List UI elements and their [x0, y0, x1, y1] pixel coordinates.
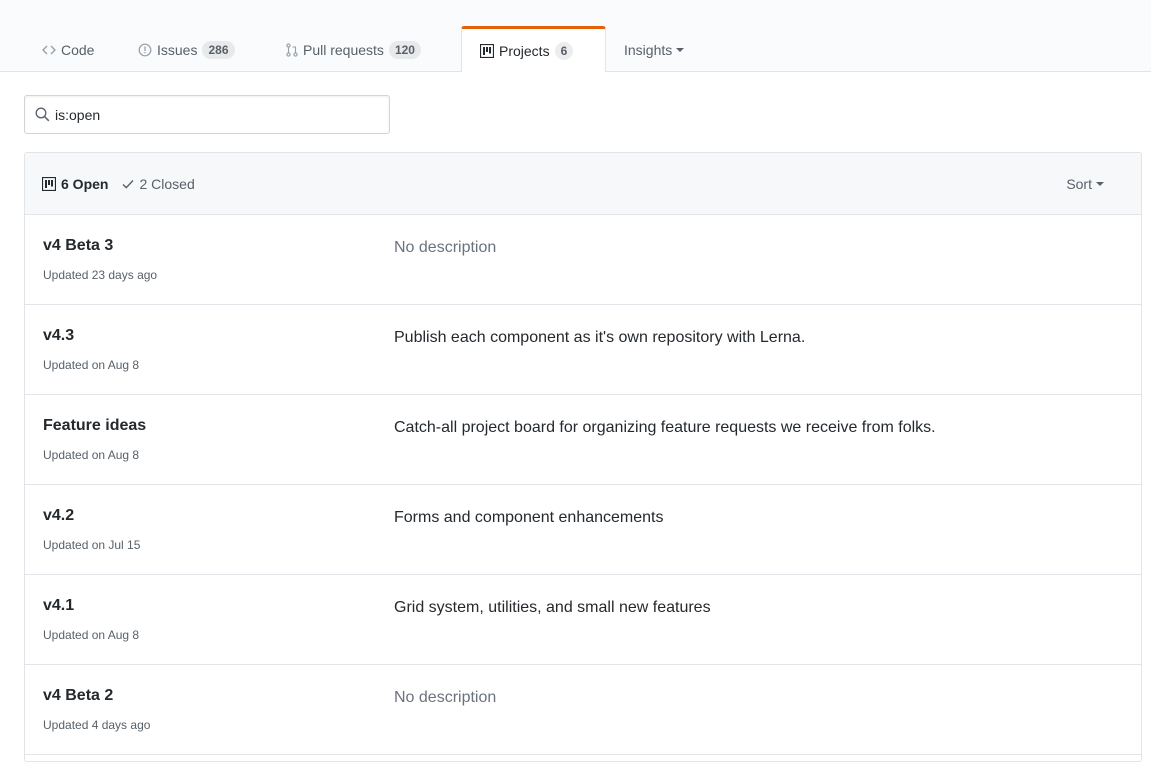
tab-pull-requests[interactable]: Pull requests 120 [286, 26, 421, 73]
closed-count-label: 2 Closed [139, 175, 195, 192]
project-row: v4.2 Updated on Jul 15 Forms and compone… [25, 485, 1141, 575]
tab-projects[interactable]: Projects 6 [461, 26, 606, 73]
project-name-link[interactable]: v4.2 [43, 507, 74, 525]
project-search[interactable] [24, 95, 390, 134]
sort-dropdown[interactable]: Sort [1066, 153, 1104, 215]
projects-list-header: 6 Open 2 Closed Sort [25, 153, 1141, 215]
tab-issues-label: Issues [157, 41, 198, 58]
tab-insights-label: Insights [624, 41, 673, 58]
project-row: v4 Beta 3 Updated 23 days ago No descrip… [25, 215, 1141, 305]
project-updated: Updated on Jul 15 [43, 538, 141, 552]
project-name-link[interactable]: v4.3 [43, 327, 74, 345]
tab-issues[interactable]: Issues 286 [138, 26, 235, 73]
project-name-link[interactable]: v4 Beta 3 [43, 237, 113, 255]
project-description: No description [394, 239, 497, 256]
tab-pull-requests-label: Pull requests [303, 41, 384, 58]
project-description: Forms and component enhancements [394, 509, 664, 526]
project-updated: Updated on Aug 8 [43, 628, 140, 642]
open-count-label: 6 Open [61, 175, 109, 192]
repo-nav: Code Issues 286 Pull requests 120 Projec… [0, 0, 1151, 73]
search-icon [35, 107, 50, 122]
pull-request-icon [286, 42, 298, 57]
project-icon [480, 43, 494, 58]
check-icon [122, 179, 134, 189]
project-row: v4 Beta 2 Updated 4 days ago No descript… [25, 665, 1141, 755]
project-updated: Updated on Aug 8 [43, 358, 140, 372]
page: Code Issues 286 Pull requests 120 Projec… [0, 0, 1151, 762]
project-updated: Updated on Aug 8 [43, 448, 140, 462]
issue-icon [138, 43, 152, 57]
closed-projects-filter[interactable]: 2 Closed [122, 175, 195, 192]
open-projects-filter[interactable]: 6 Open [42, 176, 108, 192]
project-row: Feature ideas Updated on Aug 8 Catch-all… [25, 395, 1141, 485]
chevron-down-icon [1096, 182, 1104, 186]
issues-count-badge: 286 [202, 40, 235, 59]
tab-code[interactable]: Code [42, 26, 94, 73]
tab-insights[interactable]: Insights [624, 26, 685, 73]
project-description: Grid system, utilities, and small new fe… [394, 599, 711, 616]
project-description: Publish each component as it's own repos… [394, 329, 806, 346]
project-updated: Updated 4 days ago [43, 718, 151, 732]
project-updated: Updated 23 days ago [43, 268, 158, 282]
project-name-link[interactable]: Feature ideas [43, 417, 146, 435]
code-icon [42, 44, 56, 56]
tab-code-label: Code [61, 41, 95, 58]
project-description: Catch-all project board for organizing f… [394, 419, 936, 436]
projects-list: 6 Open 2 Closed Sort v4 Beta 3 Updated 2… [24, 152, 1142, 762]
chevron-down-icon [676, 47, 685, 52]
pull-requests-count-badge: 120 [388, 40, 421, 59]
project-row: v4.1 Updated on Aug 8 Grid system, utili… [25, 575, 1141, 665]
tab-projects-label: Projects [499, 42, 550, 59]
project-row: v4.3 Updated on Aug 8 Publish each compo… [25, 305, 1141, 395]
project-icon [42, 176, 56, 191]
projects-count-badge: 6 [554, 41, 574, 60]
project-name-link[interactable]: v4.1 [43, 597, 74, 615]
sort-label: Sort [1066, 176, 1092, 192]
project-description: No description [394, 689, 497, 706]
search-input[interactable] [55, 106, 355, 123]
project-name-link[interactable]: v4 Beta 2 [43, 687, 113, 705]
